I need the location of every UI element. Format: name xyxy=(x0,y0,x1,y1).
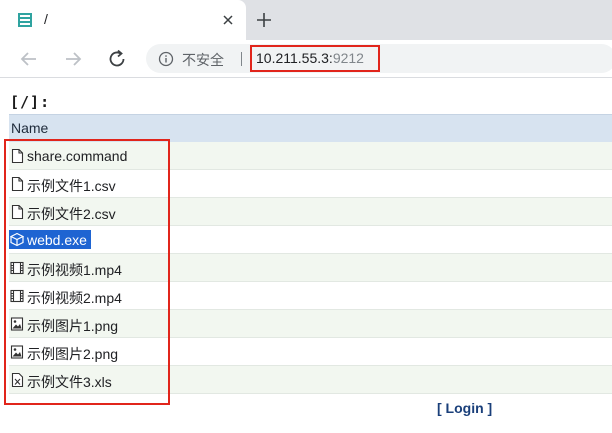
close-icon[interactable] xyxy=(220,12,236,28)
file-row: share.command xyxy=(9,142,612,170)
document-icon xyxy=(11,204,24,220)
file-link[interactable]: webd.exe xyxy=(27,232,87,248)
back-arrow-icon[interactable] xyxy=(17,47,41,71)
omnibox-divider xyxy=(241,52,242,66)
url-host: 10.211.55.3: xyxy=(256,50,333,66)
file-row: 示例视频2.mp4 xyxy=(9,282,612,310)
file-list: share.command 示例文件1.csv 示例文件2.csv webd.exe 示… xyxy=(9,142,612,394)
file-list-icon xyxy=(18,13,32,27)
file-row: 示例文件1.csv xyxy=(9,170,612,198)
spreadsheet-icon xyxy=(11,372,24,388)
video-icon xyxy=(10,289,24,303)
name-column-header[interactable]: Name xyxy=(11,120,48,136)
new-tab-icon[interactable] xyxy=(254,10,274,30)
document-icon xyxy=(11,148,24,164)
video-icon xyxy=(10,261,24,275)
page-title: [/]: xyxy=(10,93,51,111)
image-icon xyxy=(10,345,24,359)
file-row: 示例文件2.csv xyxy=(9,198,612,226)
file-link[interactable]: share.command xyxy=(27,148,127,164)
reload-icon[interactable] xyxy=(105,47,129,71)
tab-bar: / xyxy=(0,0,612,40)
login-link[interactable]: [ Login ] xyxy=(437,400,492,416)
file-row: webd.exe xyxy=(9,226,612,254)
file-row: 示例图片1.png xyxy=(9,310,612,338)
security-label[interactable]: 不安全 xyxy=(182,50,224,70)
url-text[interactable]: 10.211.55.3:9212 xyxy=(256,50,364,66)
browser-tab[interactable]: / xyxy=(0,0,246,40)
file-link[interactable]: 示例视频1.mp4 xyxy=(27,260,122,280)
info-icon[interactable] xyxy=(158,51,174,67)
image-icon xyxy=(10,317,24,331)
url-port: 9212 xyxy=(332,50,364,66)
table-header: Name xyxy=(9,114,612,142)
document-icon xyxy=(11,176,24,192)
file-link[interactable]: 示例文件3.xls xyxy=(27,372,112,392)
file-row: 示例视频1.mp4 xyxy=(9,254,612,282)
file-link[interactable]: 示例图片1.png xyxy=(27,316,118,336)
file-link[interactable]: 示例视频2.mp4 xyxy=(27,288,122,308)
file-link[interactable]: 示例文件1.csv xyxy=(27,176,116,196)
file-link[interactable]: 示例文件2.csv xyxy=(27,204,116,224)
file-link[interactable]: 示例图片2.png xyxy=(27,344,118,364)
file-row: 示例文件3.xls xyxy=(9,366,612,394)
file-row: 示例图片2.png xyxy=(9,338,612,366)
tab-title: / xyxy=(44,11,48,27)
executable-icon xyxy=(10,232,24,247)
forward-arrow-icon[interactable] xyxy=(61,47,85,71)
